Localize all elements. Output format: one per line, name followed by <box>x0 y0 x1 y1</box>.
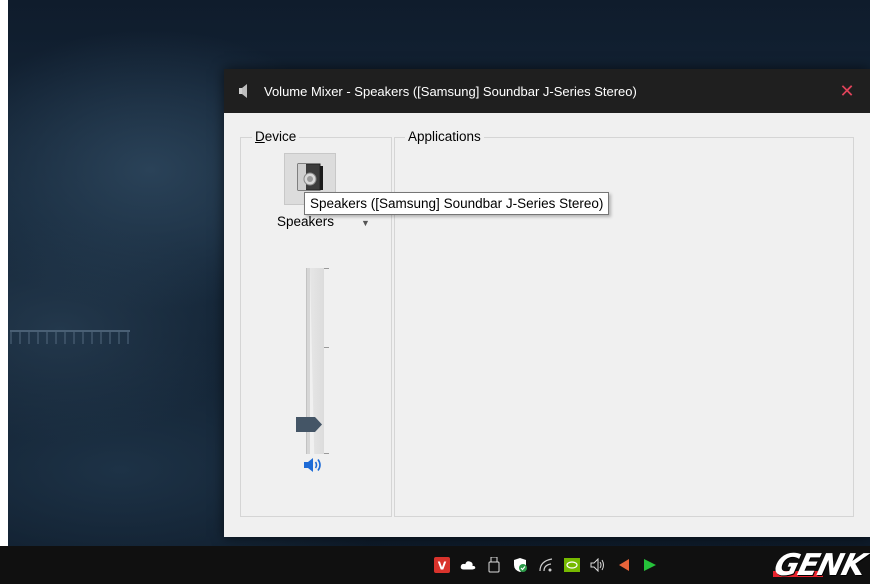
device-group-label: Device <box>252 129 300 144</box>
chevron-down-icon[interactable]: ▼ <box>361 218 370 228</box>
wallpaper-bridge <box>10 330 130 344</box>
volume-mixer-window: Volume Mixer - Speakers ([Samsung] Sound… <box>224 69 870 537</box>
volume-icon[interactable] <box>590 557 606 573</box>
genk-watermark: GENK <box>770 548 868 583</box>
window-title: Volume Mixer - Speakers ([Samsung] Sound… <box>264 83 637 99</box>
watermark-text: GENK <box>770 547 869 583</box>
green-play-icon[interactable] <box>642 557 658 573</box>
applications-group-label: Applications <box>405 129 484 144</box>
slider-tick <box>324 347 329 348</box>
device-name-label[interactable]: Speakers <box>277 214 334 229</box>
usb-drive-icon[interactable] <box>486 557 502 573</box>
slider-thumb[interactable] <box>296 417 323 432</box>
svg-text:V: V <box>438 560 447 573</box>
device-mute-button[interactable] <box>299 456 327 478</box>
slider-tick <box>324 453 329 454</box>
close-icon: ✕ <box>839 80 855 101</box>
taskbar: V GENK <box>0 546 870 584</box>
speaker-title-icon <box>238 83 252 99</box>
slider-tick <box>324 268 329 269</box>
device-tooltip: Speakers ([Samsung] Soundbar J-Series St… <box>304 192 610 215</box>
system-tray: V <box>434 554 658 576</box>
onedrive-icon[interactable] <box>460 557 476 573</box>
vivaldi-icon[interactable]: V <box>434 557 450 573</box>
notification-arrow-icon[interactable] <box>616 557 632 573</box>
nvidia-icon[interactable] <box>564 557 580 573</box>
title-bar[interactable]: Volume Mixer - Speakers ([Samsung] Sound… <box>224 69 870 113</box>
security-shield-icon[interactable] <box>512 557 528 573</box>
left-edge <box>0 0 8 584</box>
wifi-icon[interactable] <box>538 557 554 573</box>
close-button[interactable]: ✕ <box>824 69 870 113</box>
speaker-volume-icon <box>303 456 323 479</box>
device-volume-slider[interactable] <box>295 268 329 454</box>
